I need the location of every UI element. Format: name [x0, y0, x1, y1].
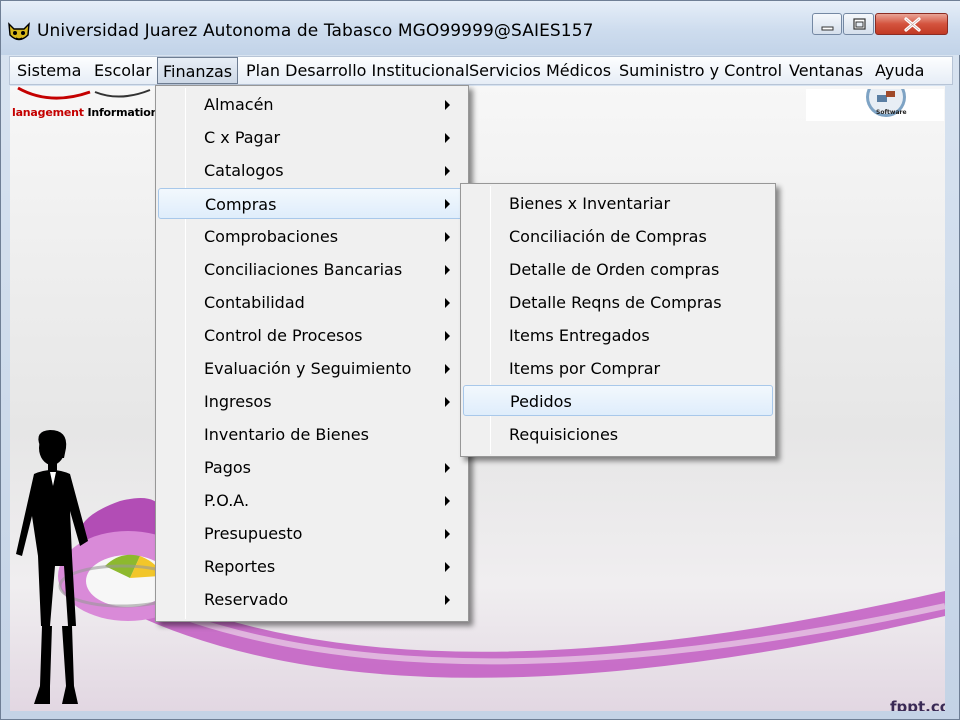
- menu-item-conciliacion-de-compras[interactable]: Conciliación de Compras: [463, 221, 773, 252]
- chevron-right-icon: [445, 133, 450, 143]
- close-icon: [904, 17, 921, 32]
- app-window: Universidad Juarez Autonoma de Tabasco M…: [0, 0, 960, 720]
- menu-sistema[interactable]: Sistema: [12, 57, 86, 84]
- menu-item-compras[interactable]: Compras: [158, 188, 466, 219]
- menu-item-evaluacion-y-seguimiento[interactable]: Evaluación y Seguimiento: [158, 353, 466, 384]
- menu-item-requisiciones[interactable]: Requisiciones: [463, 419, 773, 450]
- close-button[interactable]: [875, 13, 948, 35]
- menu-item-label: Reservado: [204, 590, 289, 609]
- menu-item-label: Ingresos: [204, 392, 272, 411]
- chevron-right-icon: [445, 331, 450, 341]
- chevron-right-icon: [445, 298, 450, 308]
- menu-ayuda[interactable]: Ayuda: [870, 57, 929, 84]
- menu-item-reservado[interactable]: Reservado: [158, 584, 466, 615]
- menu-item-detalle-de-orden-compras[interactable]: Detalle de Orden compras: [463, 254, 773, 285]
- menu-item-label: Control de Procesos: [204, 326, 363, 345]
- cat-face-icon: [8, 22, 30, 41]
- menu-item-ingresos[interactable]: Ingresos: [158, 386, 466, 417]
- mis-logo: lanagement Information Sys: [10, 86, 183, 124]
- menu-item-presupuesto[interactable]: Presupuesto: [158, 518, 466, 549]
- menu-servicios-medicos[interactable]: Servicios Médicos: [464, 57, 616, 84]
- software-logo: Software: [806, 86, 944, 121]
- menu-item-label: Conciliaciones Bancarias: [204, 260, 403, 279]
- minimize-button[interactable]: [812, 13, 842, 35]
- menu-item-contabilidad[interactable]: Contabilidad: [158, 287, 466, 318]
- software-badge-icon: [866, 86, 906, 117]
- chevron-right-icon: [445, 199, 450, 209]
- chevron-right-icon: [445, 166, 450, 176]
- menu-item-label: P.O.A.: [204, 491, 250, 510]
- menu-item-label: Inventario de Bienes: [204, 425, 369, 444]
- menu-escolar[interactable]: Escolar: [89, 57, 157, 84]
- menu-item-pagos[interactable]: Pagos: [158, 452, 466, 483]
- chevron-right-icon: [445, 529, 450, 539]
- menu-item-items-entregados[interactable]: Items Entregados: [463, 320, 773, 351]
- menu-item-label: Presupuesto: [204, 524, 303, 543]
- software-logo-text: Software: [876, 109, 907, 116]
- watermark-text: fppt.co: [890, 698, 945, 711]
- restore-icon: [853, 18, 866, 30]
- menu-item-inventario-de-bienes[interactable]: Inventario de Bienes: [158, 419, 466, 450]
- compras-submenu: Bienes x Inventariar Conciliación de Com…: [460, 183, 776, 457]
- chevron-right-icon: [445, 397, 450, 407]
- chevron-right-icon: [445, 364, 450, 374]
- menu-suministro-y-control[interactable]: Suministro y Control: [614, 57, 787, 84]
- chevron-right-icon: [445, 562, 450, 572]
- menu-item-label: Almacén: [204, 95, 274, 114]
- menu-item-bienes-x-inventariar[interactable]: Bienes x Inventariar: [463, 188, 773, 219]
- menu-item-control-de-procesos[interactable]: Control de Procesos: [158, 320, 466, 351]
- menu-item-conciliaciones-bancarias[interactable]: Conciliaciones Bancarias: [158, 254, 466, 285]
- menu-item-label: Contabilidad: [204, 293, 305, 312]
- menu-item-detalle-reqns-de-compras[interactable]: Detalle Reqns de Compras: [463, 287, 773, 318]
- menu-item-almacen[interactable]: Almacén: [158, 89, 466, 120]
- menu-item-label: Compras: [205, 195, 277, 214]
- menu-plan-desarrollo-institucional[interactable]: Plan Desarrollo Institucional: [241, 57, 474, 84]
- menu-ventanas[interactable]: Ventanas: [784, 57, 868, 84]
- chevron-right-icon: [445, 463, 450, 473]
- title-bar[interactable]: Universidad Juarez Autonoma de Tabasco M…: [1, 1, 960, 55]
- maximize-button[interactable]: [843, 13, 874, 35]
- finanzas-dropdown-menu: Almacén C x Pagar Catalogos Compras Comp…: [155, 85, 469, 622]
- menu-item-label: Comprobaciones: [204, 227, 339, 246]
- menu-item-label: Reportes: [204, 557, 276, 576]
- menu-item-reportes[interactable]: Reportes: [158, 551, 466, 582]
- chevron-right-icon: [445, 595, 450, 605]
- menu-item-c-x-pagar[interactable]: C x Pagar: [158, 122, 466, 153]
- menu-item-catalogos[interactable]: Catalogos: [158, 155, 466, 186]
- mis-logo-prefix: lanagement: [12, 106, 84, 119]
- menu-item-label: Catalogos: [204, 161, 284, 180]
- chevron-right-icon: [445, 496, 450, 506]
- menu-item-pedidos[interactable]: Pedidos: [463, 385, 773, 416]
- menu-finanzas[interactable]: Finanzas: [157, 57, 239, 84]
- menu-item-label: C x Pagar: [204, 128, 281, 147]
- menu-item-poa[interactable]: P.O.A.: [158, 485, 466, 516]
- menu-item-items-por-comprar[interactable]: Items por Comprar: [463, 353, 773, 384]
- window-title: Universidad Juarez Autonoma de Tabasco M…: [37, 21, 594, 41]
- minimize-icon: [821, 26, 834, 31]
- chevron-right-icon: [445, 100, 450, 110]
- chevron-right-icon: [445, 232, 450, 242]
- menu-item-comprobaciones[interactable]: Comprobaciones: [158, 221, 466, 252]
- menu-bar: Sistema Escolar Finanzas Plan Desarrollo…: [9, 56, 953, 85]
- chevron-right-icon: [445, 265, 450, 275]
- menu-item-label: Evaluación y Seguimiento: [204, 359, 412, 378]
- menu-item-label: Pagos: [204, 458, 252, 477]
